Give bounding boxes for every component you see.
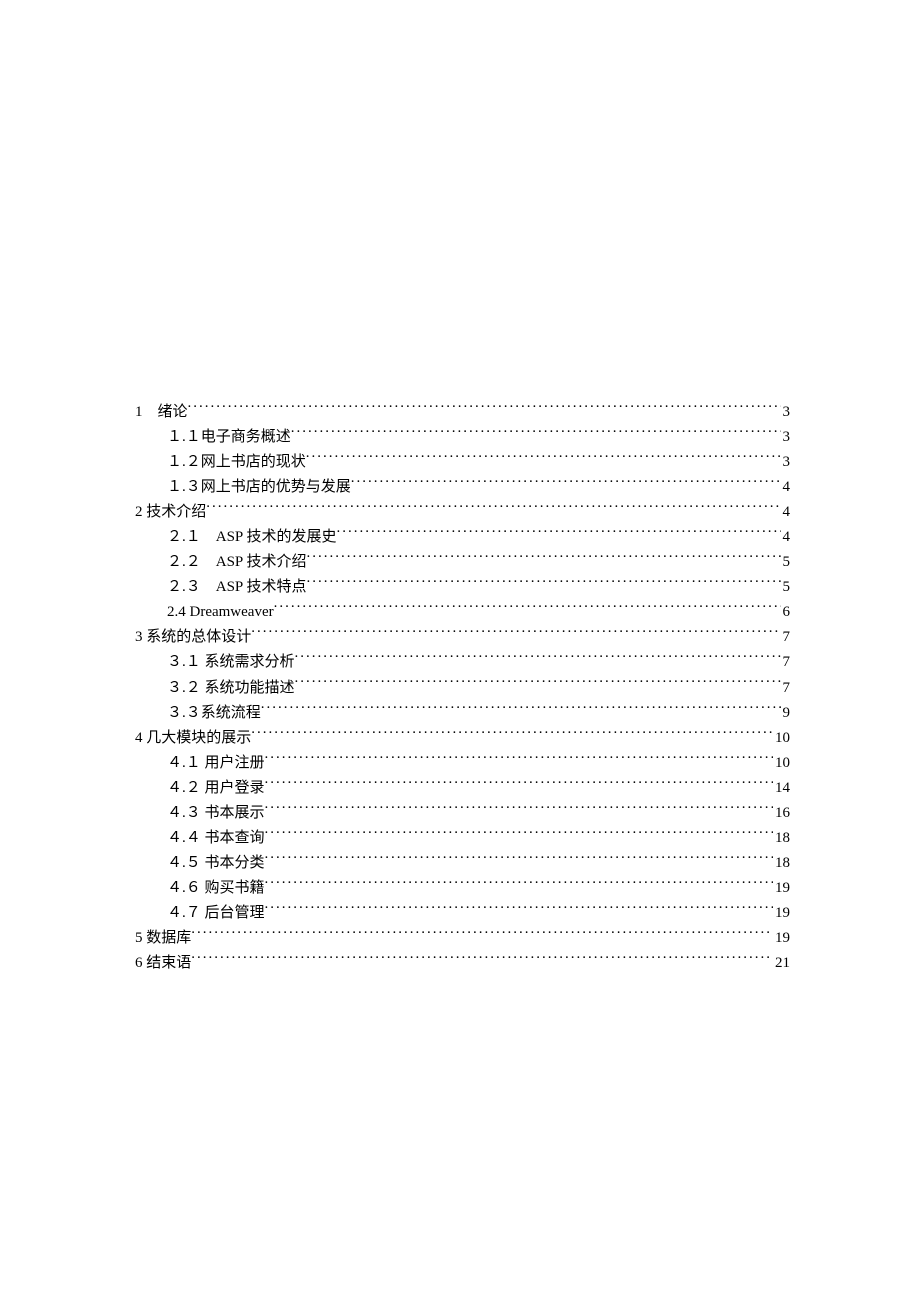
toc-entry: 3 系统的总体设计 7 [135,625,790,650]
toc-entry-page: 3 [781,425,791,450]
toc-leader-dots [306,551,780,566]
toc-entry: ３.２ 系统功能描述 7 [135,676,790,701]
table-of-contents: 1 绪论 3 １.１电子商务概述 3 １.２网上书店的现状 3 １.３网上书店的优势与发展 4… [135,400,790,976]
toc-entry: ４.５ 书本分类 18 [135,851,790,876]
toc-entry-label: ３.１ 系统需求分析 [167,650,295,675]
toc-entry-page: 18 [773,826,790,851]
toc-leader-dots [265,827,773,842]
toc-entry-page: 4 [781,475,791,500]
toc-entry-label: ４.４ 书本查询 [167,826,265,851]
toc-leader-dots [191,952,773,967]
toc-entry-page: 16 [773,801,790,826]
toc-entry-page: 5 [781,575,791,600]
toc-entry: 6 结束语 21 [135,951,790,976]
toc-entry-label: １.２网上书店的现状 [167,450,306,475]
toc-entry-page: 7 [781,650,791,675]
toc-leader-dots [295,677,781,692]
toc-entry-page: 7 [781,676,791,701]
toc-entry-page: 3 [781,450,791,475]
toc-entry-label: ４.１ 用户注册 [167,751,265,776]
toc-entry-label: ３.３系统流程 [167,701,261,726]
toc-entry: ４.４ 书本查询 18 [135,826,790,851]
toc-leader-dots [191,927,773,942]
toc-entry: １.３网上书店的优势与发展 4 [135,475,790,500]
toc-leader-dots [261,702,781,717]
toc-entry: ４.７ 后台管理 19 [135,901,790,926]
toc-entry-page: 3 [781,400,791,425]
toc-leader-dots [265,877,773,892]
toc-entry-label: ４.２ 用户登录 [167,776,265,801]
toc-entry: ２.３ ASP 技术特点 5 [135,575,790,600]
toc-entry-page: 4 [781,500,791,525]
toc-entry-label: 5 数据库 [135,926,191,951]
toc-leader-dots [336,526,780,541]
toc-entry: １.２网上书店的现状 3 [135,450,790,475]
toc-entry-label: ２.３ ASP 技术特点 [167,575,306,600]
toc-leader-dots [351,476,781,491]
toc-entry-page: 5 [781,550,791,575]
toc-entry: 2 技术介绍 4 [135,500,790,525]
toc-leader-dots [188,401,781,416]
toc-entry: ３.３系统流程 9 [135,701,790,726]
toc-entry-page: 19 [773,926,790,951]
toc-entry-label: ４.５ 书本分类 [167,851,265,876]
toc-entry-label: ４.３ 书本展示 [167,801,265,826]
toc-leader-dots [265,777,773,792]
toc-entry-label: １.１电子商务概述 [167,425,291,450]
toc-entry-label: １.３网上书店的优势与发展 [167,475,351,500]
toc-leader-dots [306,451,781,466]
toc-leader-dots [274,601,781,616]
toc-entry-label: ４.７ 后台管理 [167,901,265,926]
toc-entry: 1 绪论 3 [135,400,790,425]
toc-entry: １.１电子商务概述 3 [135,425,790,450]
toc-leader-dots [291,426,781,441]
toc-leader-dots [265,802,773,817]
toc-entry-label: 3 系统的总体设计 [135,625,251,650]
toc-leader-dots [295,651,781,666]
toc-entry-page: 9 [781,701,791,726]
toc-entry: ４.６ 购买书籍 19 [135,876,790,901]
toc-entry-page: 4 [781,525,791,550]
toc-leader-dots [265,752,773,767]
toc-entry: ４.１ 用户注册 10 [135,751,790,776]
toc-leader-dots [251,727,773,742]
toc-entry-label: ４.６ 购买书籍 [167,876,265,901]
toc-entry-page: 10 [773,726,790,751]
toc-entry-page: 10 [773,751,790,776]
toc-entry-label: ２.２ ASP 技术介绍 [167,550,306,575]
toc-entry-label: ２.１ ASP 技术的发展史 [167,525,336,550]
toc-entry-label: ３.２ 系统功能描述 [167,676,295,701]
toc-entry-label: 1 绪论 [135,400,188,425]
toc-entry: 5 数据库 19 [135,926,790,951]
toc-entry-page: 19 [773,876,790,901]
toc-entry-page: 7 [781,625,791,650]
toc-entry-label: 2.4 Dreamweaver [167,600,274,625]
toc-leader-dots [265,852,773,867]
toc-entry: 2.4 Dreamweaver 6 [135,600,790,625]
toc-entry: ２.２ ASP 技术介绍 5 [135,550,790,575]
toc-entry: ４.３ 书本展示 16 [135,801,790,826]
toc-entry-page: 14 [773,776,790,801]
toc-entry: 4 几大模块的展示 10 [135,726,790,751]
toc-leader-dots [251,626,780,641]
toc-entry-page: 6 [781,600,791,625]
toc-entry-page: 19 [773,901,790,926]
toc-entry-label: 2 技术介绍 [135,500,206,525]
toc-entry-page: 21 [773,951,790,976]
toc-leader-dots [306,576,780,591]
toc-entry: ４.２ 用户登录 14 [135,776,790,801]
toc-entry-label: 6 结束语 [135,951,191,976]
toc-leader-dots [265,902,773,917]
toc-entry-label: 4 几大模块的展示 [135,726,251,751]
toc-entry: ３.１ 系统需求分析 7 [135,650,790,675]
toc-entry: ２.１ ASP 技术的发展史 4 [135,525,790,550]
toc-entry-page: 18 [773,851,790,876]
toc-leader-dots [206,501,780,516]
